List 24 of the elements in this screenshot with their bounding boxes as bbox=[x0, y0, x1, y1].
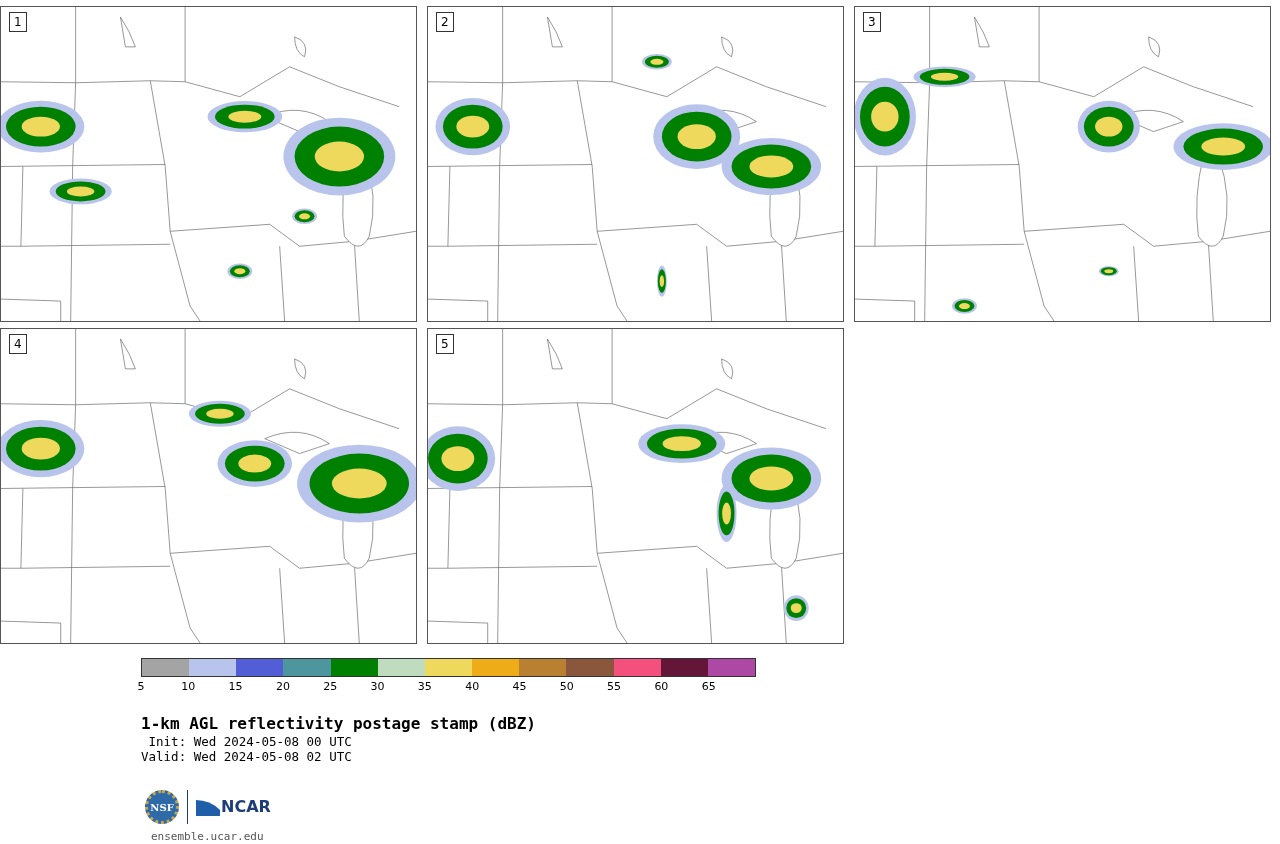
panel-number: 4 bbox=[9, 334, 27, 354]
scale-tick-label: 55 bbox=[607, 681, 622, 693]
panel-number: 1 bbox=[9, 12, 27, 32]
scale-tick-label: 10 bbox=[181, 681, 196, 693]
scale-tick-label: 50 bbox=[559, 681, 574, 693]
panel-number: 3 bbox=[863, 12, 881, 32]
scale-tick-label: 30 bbox=[370, 681, 385, 693]
scale-tick-label: 25 bbox=[323, 681, 338, 693]
scale-tick-label: 5 bbox=[137, 681, 145, 693]
valid-time: Valid: Wed 2024-05-08 02 UTC bbox=[141, 749, 353, 764]
plot-title: 1-km AGL reflectivity postage stamp (dBZ) bbox=[141, 714, 537, 734]
scale-tick-label: 35 bbox=[417, 681, 432, 693]
scale-tick-label: 60 bbox=[654, 681, 669, 693]
scale-tick-label: 20 bbox=[275, 681, 290, 693]
scale-tick-label: 65 bbox=[701, 681, 716, 693]
nsf-logo: NSF bbox=[145, 790, 179, 824]
scale-tick-label: 15 bbox=[228, 681, 243, 693]
panel-number: 5 bbox=[436, 334, 454, 354]
panel-number: 2 bbox=[436, 12, 454, 32]
scale-tick-label: 40 bbox=[465, 681, 480, 693]
ncar-logo: NCAR bbox=[196, 798, 271, 816]
site-url: ensemble.ucar.edu bbox=[151, 829, 265, 844]
init-time: Init: Wed 2024-05-08 00 UTC bbox=[147, 734, 353, 749]
scale-tick-label: 45 bbox=[512, 681, 527, 693]
